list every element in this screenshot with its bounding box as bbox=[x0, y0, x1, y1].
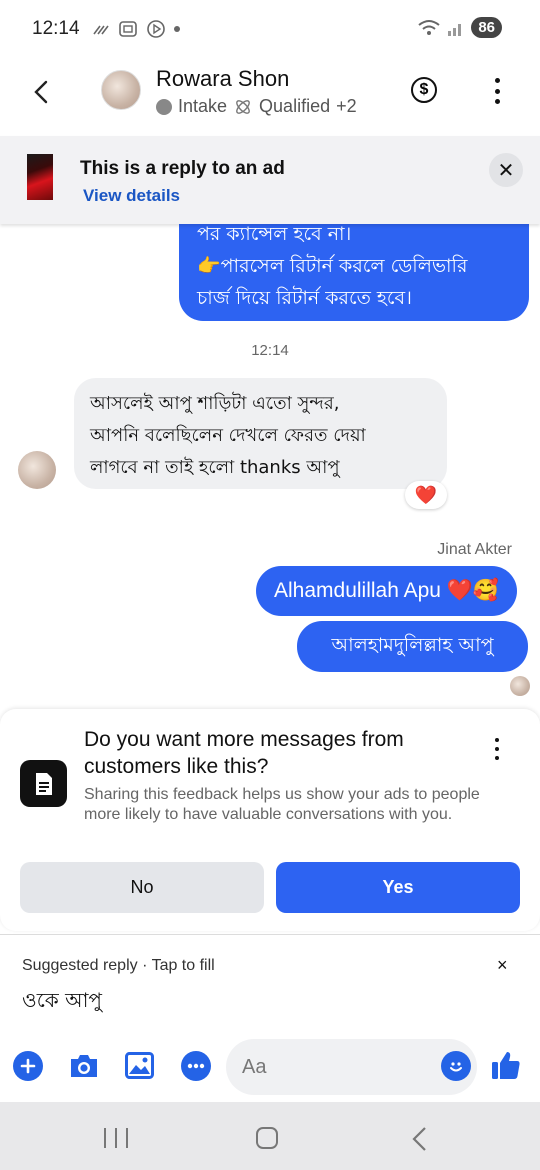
ad-banner-title: This is a reply to an ad bbox=[80, 158, 285, 179]
wifi-calling-icon bbox=[92, 25, 109, 35]
status-right-icons: 86 bbox=[417, 17, 502, 38]
status-bar: 12:14 86 bbox=[0, 0, 540, 58]
media-play-icon bbox=[146, 20, 165, 38]
outgoing-message-bubble[interactable]: আলহামদুলিল্লাহ আপু bbox=[297, 621, 528, 672]
contact-name[interactable]: Rowara Shon bbox=[156, 66, 289, 92]
document-icon bbox=[20, 760, 67, 807]
atom-icon bbox=[236, 99, 250, 114]
more-vertical-icon bbox=[495, 738, 499, 742]
more-options-button[interactable] bbox=[490, 78, 504, 104]
label-tag: Qualified bbox=[259, 96, 331, 116]
image-icon bbox=[125, 1052, 154, 1079]
back-button[interactable] bbox=[26, 76, 58, 108]
status-notification-icons bbox=[92, 19, 180, 39]
message-composer bbox=[0, 1035, 540, 1099]
wifi-icon bbox=[418, 19, 440, 35]
close-icon: ✕ bbox=[497, 159, 515, 182]
more-actions-button[interactable] bbox=[181, 1051, 211, 1081]
add-button[interactable] bbox=[13, 1051, 43, 1081]
outgoing-message-bubble[interactable]: Alhamdulillah Apu ❤️🥰 bbox=[256, 566, 518, 616]
thumbs-up-icon bbox=[492, 1052, 520, 1079]
notification-dot-icon bbox=[173, 26, 180, 32]
dollar-icon: $ bbox=[419, 81, 429, 98]
view-details-link[interactable]: View details bbox=[83, 186, 180, 206]
camera-icon bbox=[71, 1055, 97, 1077]
battery-icon: 86 bbox=[471, 17, 502, 38]
close-banner-button[interactable]: ✕ bbox=[489, 153, 523, 187]
message-timestamp: 12:14 bbox=[251, 342, 289, 359]
feedback-description: Sharing this feedback helps us show your… bbox=[84, 786, 480, 823]
divider bbox=[0, 934, 540, 935]
dismiss-suggestion-button[interactable]: × bbox=[497, 955, 508, 976]
sender-avatar[interactable] bbox=[18, 451, 56, 489]
feedback-card: Do you want more messages from customers… bbox=[0, 709, 540, 931]
message-line: লাগবে না তাই হলো thanks আপু bbox=[90, 457, 340, 478]
message-line: চার্জ দিয়ে রিটার্ন করতে হবে। bbox=[197, 287, 412, 309]
camera-button[interactable] bbox=[68, 1053, 100, 1084]
feedback-more-button[interactable] bbox=[492, 738, 502, 760]
suggested-reply-label: Suggested reply · Tap to fill bbox=[22, 957, 215, 974]
sender-name: Jinat Akter bbox=[437, 541, 512, 558]
conversation-header: Rowara Shon Intake Qualified +2 $ bbox=[0, 58, 540, 136]
emoji-button[interactable] bbox=[441, 1051, 471, 1081]
message-line: আপনি বলেছিলেন দেখলে ফেরত দেয়া bbox=[90, 425, 366, 446]
recents-icon bbox=[104, 1128, 106, 1148]
chevron-left-icon bbox=[412, 1127, 426, 1151]
feedback-title: Do you want more messages from customers… bbox=[84, 728, 404, 778]
smile-icon bbox=[450, 1062, 462, 1072]
label-more: +2 bbox=[336, 96, 357, 116]
suggested-reply-text[interactable]: ওকে আপু bbox=[22, 986, 102, 1019]
message-line: 👉পারসেল রিটার্ন করলে ডেলিভারি bbox=[197, 255, 468, 277]
like-button[interactable] bbox=[490, 1049, 522, 1086]
label-stage: Intake bbox=[178, 96, 228, 116]
message-input[interactable] bbox=[226, 1039, 477, 1095]
heart-reaction-icon[interactable]: ❤️ bbox=[405, 481, 447, 509]
more-vertical-icon bbox=[494, 78, 500, 83]
ad-thumbnail[interactable] bbox=[27, 154, 53, 200]
status-time: 12:14 bbox=[32, 18, 80, 39]
message-line: আসলেই আপু শাড়িটা এতো সুন্দর, bbox=[90, 393, 340, 414]
contact-labels[interactable]: Intake Qualified +2 bbox=[156, 96, 357, 117]
recents-button[interactable] bbox=[104, 1128, 128, 1148]
nav-back-button[interactable] bbox=[410, 1126, 428, 1157]
gallery-button[interactable] bbox=[125, 1052, 154, 1084]
yes-button[interactable]: Yes bbox=[276, 862, 520, 913]
no-button[interactable]: No bbox=[20, 862, 264, 913]
stage-dot-icon bbox=[156, 98, 172, 115]
ad-reply-banner: This is a reply to an ad View details ✕ bbox=[0, 136, 540, 224]
screenshot-icon bbox=[118, 21, 137, 37]
chat-dots-icon bbox=[187, 1063, 205, 1069]
back-arrow-icon bbox=[34, 80, 48, 104]
system-nav-bar bbox=[0, 1102, 540, 1170]
contact-avatar[interactable] bbox=[101, 70, 141, 110]
payment-button[interactable]: $ bbox=[411, 77, 437, 103]
incoming-message-bubble[interactable]: আসলেই আপু শাড়িটা এতো সুন্দর, আপনি বলেছি… bbox=[74, 378, 447, 489]
signal-icon bbox=[448, 23, 462, 36]
home-button[interactable] bbox=[256, 1127, 278, 1149]
plus-icon bbox=[20, 1058, 36, 1074]
seen-receipt-avatar bbox=[510, 676, 530, 696]
